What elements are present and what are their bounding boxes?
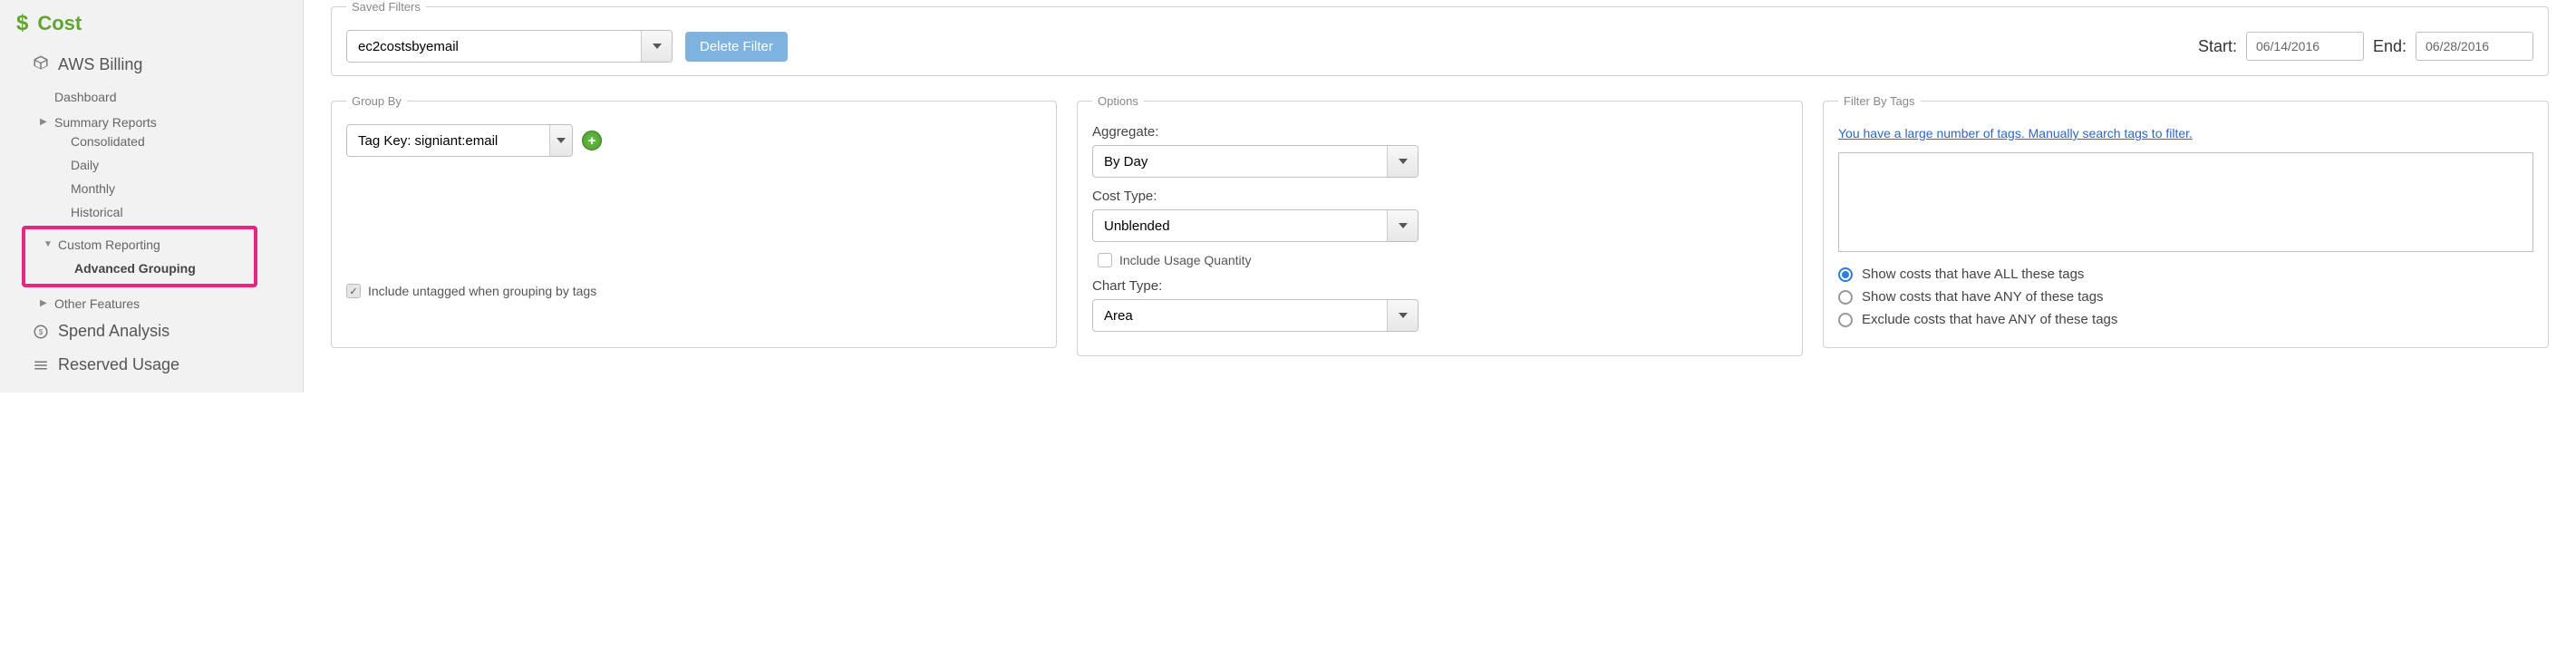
include-untagged-row[interactable]: Include untagged when grouping by tags — [346, 284, 1041, 298]
end-label: End: — [2373, 37, 2407, 56]
aggregate-select[interactable] — [1092, 145, 1419, 178]
end-date-input[interactable] — [2416, 32, 2533, 61]
spend-analysis-label: Spend Analysis — [58, 322, 169, 341]
cost-type-value[interactable] — [1093, 210, 1387, 241]
saved-filter-input[interactable] — [347, 31, 641, 62]
radio-icon[interactable] — [1838, 313, 1853, 327]
chevron-down-icon[interactable] — [1387, 210, 1418, 241]
sidebar-item-daily[interactable]: Daily — [71, 153, 303, 177]
aws-billing-item[interactable]: AWS Billing — [0, 49, 303, 84]
group-by-legend: Group By — [346, 94, 407, 108]
radio-icon[interactable] — [1838, 267, 1853, 282]
sidebar-item-dashboard[interactable]: Dashboard — [54, 84, 303, 110]
aggregate-label: Aggregate: — [1092, 124, 1787, 140]
saved-filter-combo[interactable] — [346, 30, 673, 63]
spend-analysis-item[interactable]: $ Spend Analysis — [0, 316, 303, 350]
sidebar-item-monthly[interactable]: Monthly — [71, 177, 303, 200]
menu-icon — [33, 357, 49, 373]
radio-icon[interactable] — [1838, 290, 1853, 305]
tags-listbox[interactable] — [1838, 152, 2533, 252]
aggregate-value[interactable] — [1093, 146, 1387, 177]
group-by-select[interactable] — [346, 124, 573, 157]
include-untagged-label: Include untagged when grouping by tags — [368, 284, 596, 298]
caret-down-icon: ▼ — [44, 239, 53, 249]
cost-title-label: Cost — [37, 12, 82, 35]
include-usage-label: Include Usage Quantity — [1119, 253, 1252, 267]
saved-filters-fieldset: Saved Filters Delete Filter Start: End: — [331, 0, 2549, 76]
cost-title: $ Cost — [0, 11, 303, 49]
main-content: Saved Filters Delete Filter Start: End: — [304, 0, 2576, 393]
delete-filter-button[interactable]: Delete Filter — [685, 32, 788, 62]
caret-right-icon: ▶ — [40, 117, 47, 127]
include-untagged-checkbox[interactable] — [346, 284, 361, 298]
chart-type-value[interactable] — [1093, 300, 1387, 331]
chart-type-label: Chart Type: — [1092, 278, 1787, 294]
radio-any-tags[interactable]: Show costs that have ANY of these tags — [1838, 286, 2533, 308]
chevron-down-icon[interactable] — [1387, 146, 1418, 177]
options-legend: Options — [1092, 94, 1144, 108]
coin-icon: $ — [33, 324, 49, 340]
group-by-value[interactable] — [347, 125, 549, 156]
group-by-fieldset: Group By + Include untagged when groupin… — [331, 94, 1057, 348]
date-range: Start: End: — [2198, 32, 2533, 61]
aws-billing-label: AWS Billing — [58, 55, 142, 74]
dollar-icon: $ — [16, 11, 28, 36]
sidebar-item-other-features[interactable]: ▶ Other Features — [54, 291, 303, 316]
cost-type-label: Cost Type: — [1092, 189, 1787, 204]
sidebar-item-consolidated[interactable]: Consolidated — [71, 130, 303, 153]
cost-type-select[interactable] — [1092, 209, 1419, 242]
filter-by-tags-fieldset: Filter By Tags You have a large number o… — [1823, 94, 2549, 348]
filter-by-tags-legend: Filter By Tags — [1838, 94, 1921, 108]
reserved-usage-label: Reserved Usage — [58, 355, 179, 374]
saved-filters-legend: Saved Filters — [346, 0, 426, 14]
cube-icon — [33, 54, 49, 75]
radio-any-label: Show costs that have ANY of these tags — [1862, 289, 2104, 305]
chevron-down-icon[interactable] — [641, 31, 672, 62]
options-fieldset: Options Aggregate: Cost Type: — [1077, 94, 1803, 356]
custom-reporting-highlight: ▼ Custom Reporting Advanced Grouping — [22, 226, 257, 287]
include-usage-row[interactable]: Include Usage Quantity — [1098, 253, 1787, 267]
sidebar-item-custom-reporting[interactable]: ▼ Custom Reporting — [58, 233, 254, 257]
start-label: Start: — [2198, 37, 2237, 56]
sidebar-item-summary-reports[interactable]: ▶ Summary Reports Consolidated Daily Mon… — [54, 110, 303, 229]
svg-text:$: $ — [39, 328, 44, 336]
caret-right-icon: ▶ — [40, 298, 47, 308]
chevron-down-icon[interactable] — [549, 125, 572, 156]
sidebar: $ Cost AWS Billing Dashboard ▶ Summary R… — [0, 0, 304, 393]
tags-search-link[interactable]: You have a large number of tags. Manuall… — [1838, 124, 2533, 143]
start-date-input[interactable] — [2246, 32, 2364, 61]
add-group-button[interactable]: + — [582, 131, 602, 150]
radio-exclude-tags[interactable]: Exclude costs that have ANY of these tag… — [1838, 308, 2533, 331]
chart-type-select[interactable] — [1092, 299, 1419, 332]
chevron-down-icon[interactable] — [1387, 300, 1418, 331]
radio-exclude-label: Exclude costs that have ANY of these tag… — [1862, 312, 2117, 327]
sidebar-item-historical[interactable]: Historical — [71, 200, 303, 224]
radio-all-label: Show costs that have ALL these tags — [1862, 267, 2084, 282]
radio-all-tags[interactable]: Show costs that have ALL these tags — [1838, 263, 2533, 286]
sidebar-item-advanced-grouping[interactable]: Advanced Grouping — [58, 257, 254, 280]
include-usage-checkbox[interactable] — [1098, 253, 1112, 267]
reserved-usage-item[interactable]: Reserved Usage — [0, 350, 303, 383]
